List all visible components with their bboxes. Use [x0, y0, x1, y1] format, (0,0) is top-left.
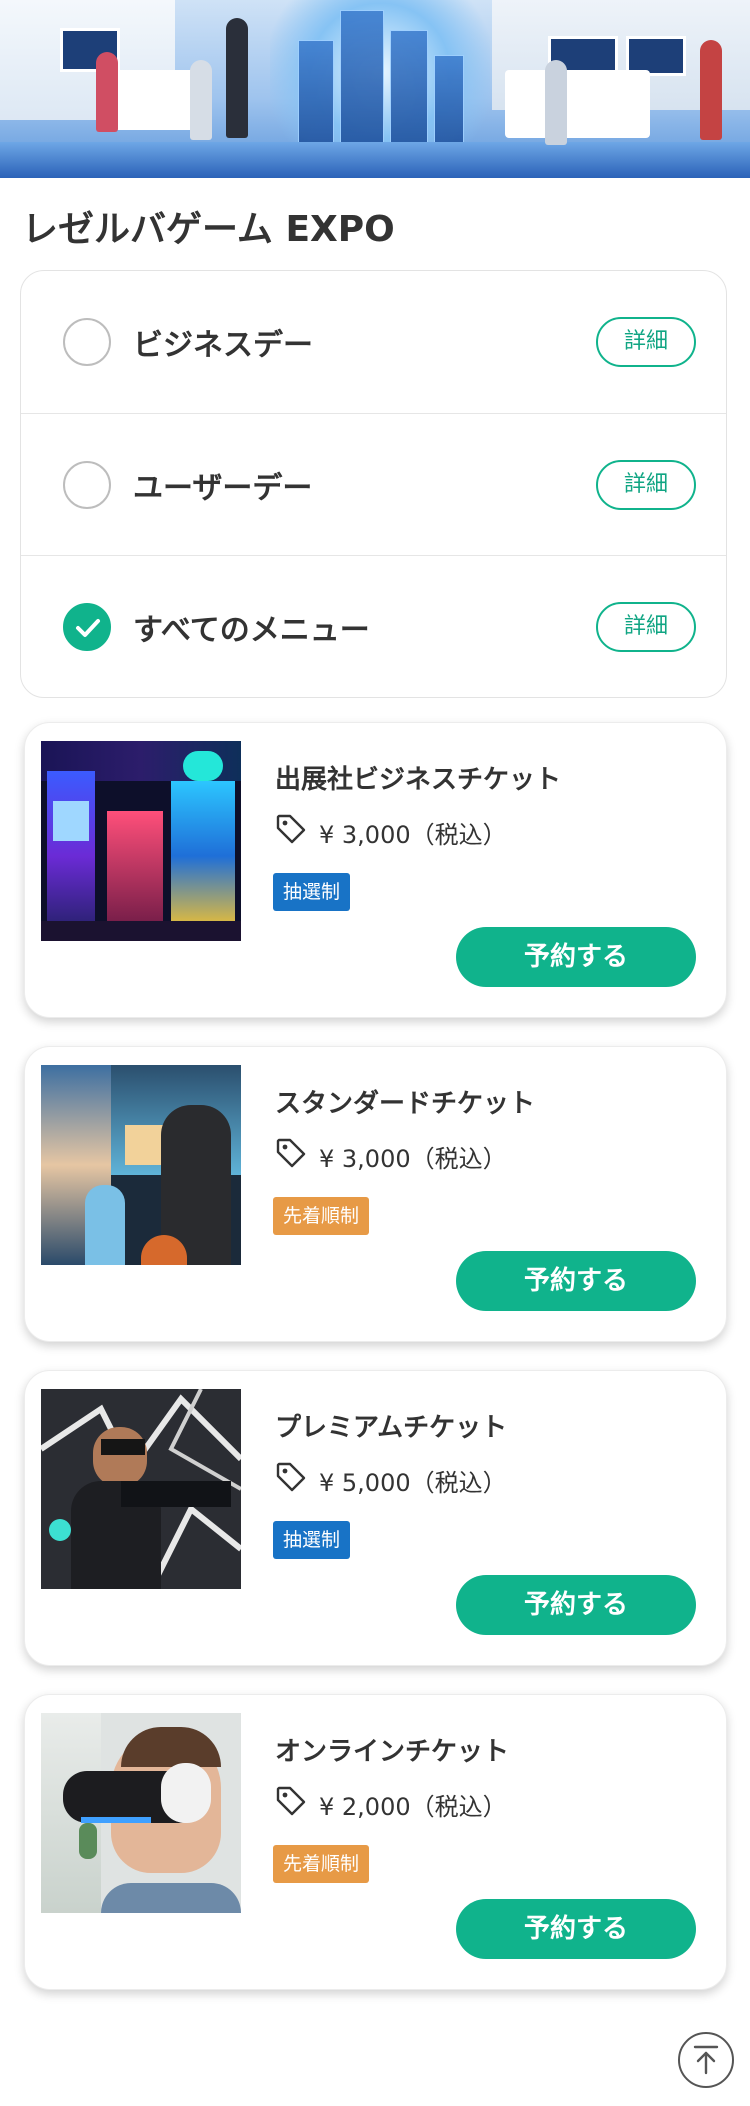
- scroll-to-top-button[interactable]: [678, 2032, 734, 2088]
- page-title: レゼルバゲーム EXPO: [22, 209, 395, 250]
- ticket-price: ¥ 5,000（税込）: [319, 1469, 507, 1497]
- menu-option-label: すべてのメニュー: [133, 612, 370, 648]
- radio-button[interactable]: [63, 318, 111, 366]
- menu-option-business-day[interactable]: ビジネスデー 詳細: [21, 271, 726, 413]
- price-tag-icon: [276, 1786, 306, 1816]
- lottery-badge: 抽選制: [273, 1521, 351, 1559]
- ticket-price: ¥ 2,000（税込）: [319, 1793, 507, 1821]
- hero-banner-image: [0, 0, 750, 178]
- price-tag-icon: [276, 1462, 306, 1492]
- ticket-card: オンラインチケット ¥ 2,000（税込） 先着順制 予約する: [24, 1694, 727, 1990]
- reserve-button[interactable]: 予約する: [456, 927, 696, 987]
- detail-button[interactable]: 詳細: [596, 317, 696, 367]
- ticket-name: プレミアムチケット: [275, 1413, 508, 1443]
- detail-button[interactable]: 詳細: [596, 601, 696, 652]
- ticket-name: 出展社ビジネスチケット: [275, 765, 562, 795]
- ticket-card: スタンダードチケット ¥ 3,000（税込） 先着順制 予約する: [24, 1046, 727, 1342]
- menu-selector: ビジネスデー 詳細 ユーザーデー 詳細 すべてのメニュー 詳細: [20, 270, 727, 698]
- first-come-badge: 先着順制: [273, 1845, 370, 1883]
- menu-option-label: ビジネスデー: [133, 328, 313, 363]
- ticket-card: プレミアムチケット ¥ 5,000（税込） 抽選制 予約する: [24, 1370, 727, 1666]
- ticket-name: スタンダードチケット: [275, 1089, 536, 1119]
- detail-button[interactable]: 詳細: [596, 459, 696, 510]
- vr-gamer-photo: [41, 1389, 241, 1589]
- checkmark-icon: [76, 618, 100, 637]
- child-vr-headset-photo: [41, 1713, 241, 1913]
- ticket-name: オンラインチケット: [275, 1737, 510, 1767]
- radio-button[interactable]: [63, 460, 111, 509]
- first-come-badge: 先着順制: [273, 1197, 370, 1235]
- parent-child-arcade-photo: [41, 1065, 241, 1265]
- arrow-up-icon: [693, 2045, 719, 2075]
- arcade-machines-photo: [41, 741, 241, 941]
- price-tag-icon: [276, 1138, 306, 1168]
- ticket-price: ¥ 3,000（税込）: [319, 821, 507, 849]
- menu-option-all-menus[interactable]: すべてのメニュー 詳細: [21, 555, 726, 697]
- lottery-badge: 抽選制: [273, 873, 351, 911]
- ticket-card: 出展社ビジネスチケット ¥ 3,000（税込） 抽選制 予約する: [24, 722, 727, 1018]
- menu-option-label: ユーザーデー: [133, 470, 313, 506]
- radio-button-checked[interactable]: [63, 602, 111, 651]
- ticket-price: ¥ 3,000（税込）: [319, 1145, 507, 1173]
- reserve-button[interactable]: 予約する: [456, 1575, 696, 1635]
- price-tag-icon: [276, 814, 306, 844]
- menu-option-user-day[interactable]: ユーザーデー 詳細: [21, 413, 726, 555]
- reserve-button[interactable]: 予約する: [456, 1251, 696, 1311]
- reserve-button[interactable]: 予約する: [456, 1899, 696, 1959]
